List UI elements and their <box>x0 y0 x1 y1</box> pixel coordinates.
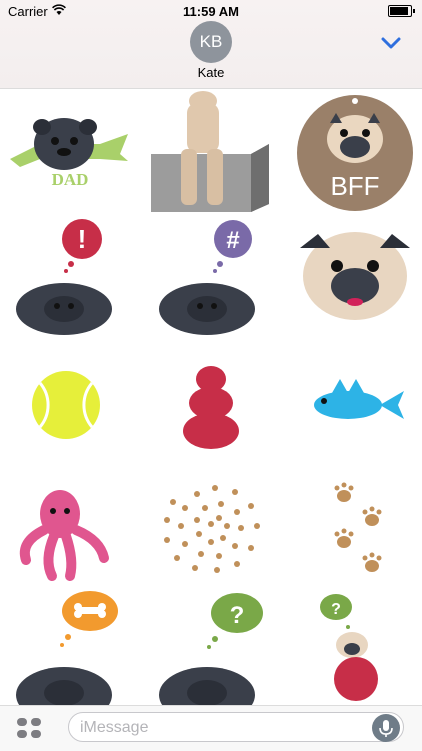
sticker-paw-spiral[interactable] <box>141 464 281 589</box>
contact-name[interactable]: Kate <box>0 65 422 80</box>
microphone-icon[interactable] <box>372 714 400 742</box>
dad-label: DAD <box>52 170 89 189</box>
sticker-pug-bff[interactable]: BFF <box>282 89 422 214</box>
sticker-pug-block[interactable] <box>141 89 281 214</box>
sticker-tennis-ball[interactable] <box>0 339 140 464</box>
clock: 11:59 AM <box>183 4 239 19</box>
battery-icon <box>388 5 415 17</box>
avatar[interactable]: KB <box>190 21 232 63</box>
hash-label: # <box>226 227 239 254</box>
conversation-header: Carrier 11:59 AM KB Kate <box>0 0 422 89</box>
chevron-down-icon[interactable] <box>380 35 402 51</box>
sticker-pug-red-sweater[interactable]: ? <box>282 589 422 705</box>
exclaim-label: ! <box>78 224 87 254</box>
sticker-paw-prints[interactable] <box>282 464 422 589</box>
app-drawer-icon[interactable] <box>16 717 42 739</box>
sticker-pug-bone-thought[interactable] <box>0 589 140 705</box>
sticker-red-chew-toy[interactable] <box>141 339 281 464</box>
sticker-pug-hash[interactable]: # <box>141 214 281 339</box>
sticker-pug-face[interactable] <box>282 214 422 339</box>
imessage-input[interactable]: iMessage <box>68 712 404 742</box>
message-input-bar: iMessage <box>0 705 422 751</box>
question-label: ? <box>230 602 245 629</box>
sticker-pug-dad[interactable]: DAD <box>0 89 140 214</box>
sticker-pug-question-thought[interactable]: ? <box>141 589 281 705</box>
question-label-small: ? <box>331 601 341 618</box>
status-bar: Carrier 11:59 AM <box>0 0 422 22</box>
sticker-pink-octopus[interactable] <box>0 464 140 589</box>
sticker-grid: DAD BFF ! # ? ? <box>0 89 422 705</box>
bff-label: BFF <box>330 171 379 201</box>
sticker-pug-exclaim[interactable]: ! <box>0 214 140 339</box>
sticker-blue-fish[interactable] <box>282 339 422 464</box>
